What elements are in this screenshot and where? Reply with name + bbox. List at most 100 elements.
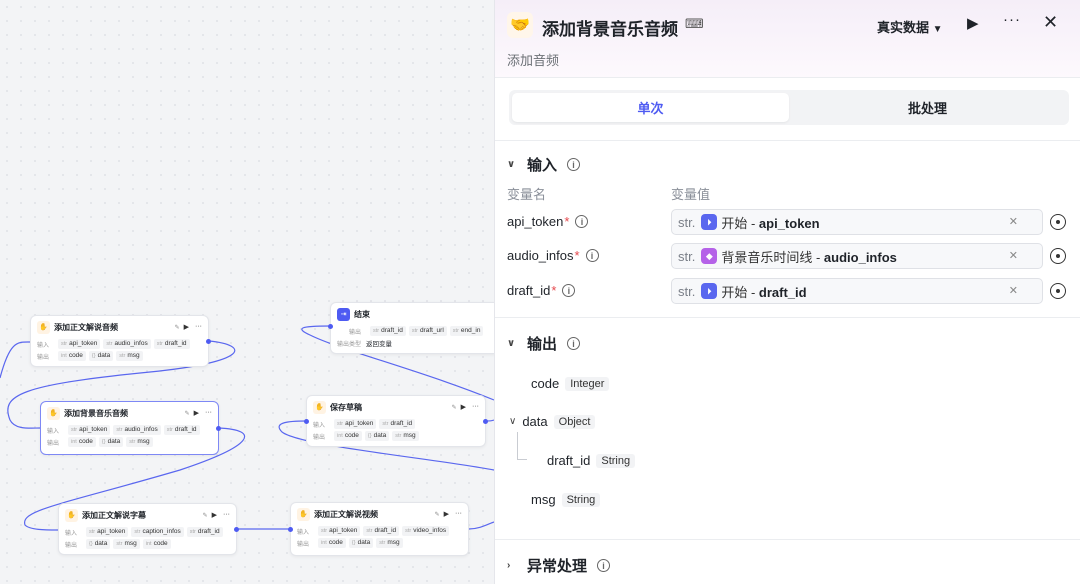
close-icon[interactable]: ✕ bbox=[1043, 12, 1058, 33]
param-tag: str msg bbox=[126, 437, 153, 447]
info-icon[interactable]: i bbox=[567, 158, 581, 171]
column-value-header: 变量值 bbox=[671, 187, 711, 202]
end-icon: ⇥ bbox=[337, 307, 350, 321]
edit-icon[interactable]: ✎ bbox=[452, 404, 457, 411]
input-port[interactable] bbox=[304, 419, 309, 424]
node-end[interactable]: ⇥ 结束 输出 str draft_id str draft_url str end_in 输… bbox=[330, 302, 494, 354]
output-field: draft_id String bbox=[547, 453, 636, 468]
output-port[interactable] bbox=[216, 426, 221, 431]
run-icon[interactable]: ▶ bbox=[461, 403, 466, 411]
info-icon[interactable]: i bbox=[585, 249, 599, 262]
info-icon[interactable]: i bbox=[567, 337, 581, 350]
variable-ref-field[interactable]: str. ◆ 背景音乐时间线 - audio_infos ✕ bbox=[671, 243, 1043, 269]
plugin-icon: ✋ bbox=[65, 508, 78, 522]
output-field: msg String bbox=[531, 492, 601, 507]
variable-picker-icon[interactable] bbox=[1050, 214, 1066, 230]
run-icon[interactable]: ▶ bbox=[967, 14, 979, 32]
input-label: 输入 bbox=[313, 422, 326, 429]
input-label: 输入 bbox=[37, 342, 50, 349]
clear-icon[interactable]: ✕ bbox=[1009, 284, 1018, 297]
tree-connector bbox=[517, 432, 527, 460]
panel-header: 🤝 添加背景音乐音频 ⌨ 添加音频 真实数据 ▼ ▶ ··· ✕ bbox=[495, 0, 1080, 78]
run-icon[interactable]: ▶ bbox=[194, 409, 199, 417]
output-section-header[interactable]: ∨ 输出 i bbox=[507, 333, 581, 354]
data-mode-dropdown[interactable]: 真实数据 ▼ bbox=[877, 17, 943, 36]
source-node: 开始 bbox=[721, 284, 748, 300]
input-port[interactable] bbox=[328, 324, 333, 329]
info-icon[interactable]: i bbox=[575, 215, 589, 228]
param-tag: str end_in bbox=[449, 326, 484, 336]
param-tag: int code bbox=[58, 351, 86, 361]
node-add-narration-video[interactable]: ✋ 添加正文解说视频 ✎ ▶ ··· 输入 str api_token str draft_id… bbox=[290, 502, 469, 556]
variable-ref-field[interactable]: str. ⏵ 开始 - draft_id ✕ bbox=[671, 278, 1043, 304]
type-label: str. bbox=[678, 214, 696, 230]
node-add-bgm-audio[interactable]: ✋ 添加背景音乐音频 ✎ ▶ ··· 输入 str api_token str audio_in… bbox=[40, 401, 219, 455]
variable-picker-icon[interactable] bbox=[1050, 283, 1066, 299]
clear-icon[interactable]: ✕ bbox=[1009, 215, 1018, 228]
run-icon[interactable]: ▶ bbox=[212, 511, 217, 519]
output-port[interactable] bbox=[234, 527, 239, 532]
edge bbox=[468, 521, 494, 530]
input-section-header[interactable]: ∨ 输入 i bbox=[507, 154, 581, 175]
more-icon[interactable]: ··· bbox=[195, 323, 202, 331]
chevron-right-icon: › bbox=[507, 560, 511, 571]
more-icon[interactable]: ··· bbox=[205, 409, 212, 417]
node-add-narration-audio[interactable]: ✋ 添加正文解说音频 ✎ ▶ ··· 输入 str api_token str audio_in… bbox=[30, 315, 209, 367]
tab-batch[interactable]: 批处理 bbox=[789, 93, 1066, 122]
node-title: 添加正文解说字幕 bbox=[82, 510, 146, 520]
run-icon[interactable]: ▶ bbox=[444, 510, 449, 518]
param-tag: str api_token bbox=[58, 339, 101, 349]
source-node: 开始 bbox=[721, 215, 748, 231]
more-icon[interactable]: ··· bbox=[472, 403, 479, 411]
output-name: code bbox=[531, 376, 560, 391]
node-save-draft[interactable]: ✋ 保存草稿 ✎ ▶ ··· 输入 str api_token str draft_id 输出 i… bbox=[306, 395, 486, 447]
node-add-narration-caption[interactable]: ✋ 添加正文解说字幕 ✎ ▶ ··· 输入 str api_token str caption_… bbox=[58, 503, 237, 555]
more-icon[interactable]: ··· bbox=[223, 511, 230, 519]
tab-single[interactable]: 单次 bbox=[512, 93, 789, 122]
param-tag: {} data bbox=[364, 431, 390, 441]
info-icon[interactable]: i bbox=[562, 284, 576, 297]
workflow-canvas[interactable]: ✋ 添加正文解说音频 ✎ ▶ ··· 输入 str api_token str audio_in… bbox=[0, 0, 494, 584]
output-type: String bbox=[596, 453, 636, 468]
divider bbox=[495, 539, 1080, 540]
param-tag: str api_token bbox=[68, 425, 111, 435]
param-tag: str msg bbox=[392, 431, 419, 441]
param-name: audio_infos bbox=[507, 248, 574, 263]
more-icon[interactable]: ··· bbox=[455, 510, 462, 518]
variable-ref-field[interactable]: str. ⏵ 开始 - api_token ✕ bbox=[671, 209, 1043, 235]
exception-section-header[interactable]: › 异常处理 i bbox=[507, 555, 611, 576]
param-tag: str draft_id bbox=[363, 526, 400, 536]
type-label: str. bbox=[678, 248, 696, 264]
edit-icon[interactable]: ⌨ bbox=[685, 16, 704, 32]
node-title: 保存草稿 bbox=[330, 402, 362, 412]
param-name: draft_id bbox=[507, 283, 551, 298]
node-config-panel: 🤝 添加背景音乐音频 ⌨ 添加音频 真实数据 ▼ ▶ ··· ✕ 单次 批处理 … bbox=[494, 0, 1080, 584]
input-label: 输入 bbox=[47, 428, 60, 435]
clear-icon[interactable]: ✕ bbox=[1009, 249, 1018, 262]
node-title: 结束 bbox=[354, 309, 370, 319]
output-label: 输出 bbox=[65, 542, 78, 549]
more-icon[interactable]: ··· bbox=[1003, 11, 1021, 28]
run-icon[interactable]: ▶ bbox=[184, 323, 189, 331]
variable-picker-icon[interactable] bbox=[1050, 248, 1066, 264]
edit-icon[interactable]: ✎ bbox=[203, 512, 208, 519]
edit-icon[interactable]: ✎ bbox=[185, 410, 190, 417]
chevron-down-icon[interactable]: ∨ bbox=[509, 416, 516, 427]
source-var: draft_id bbox=[758, 284, 807, 300]
output-port[interactable] bbox=[483, 419, 488, 424]
edit-icon[interactable]: ✎ bbox=[175, 324, 180, 331]
input-row-api-token: api_token * i str. ⏵ 开始 - api_token ✕ bbox=[507, 209, 1069, 235]
input-port[interactable] bbox=[288, 527, 293, 532]
info-icon[interactable]: i bbox=[597, 559, 611, 572]
cube-icon: ◆ bbox=[701, 248, 718, 264]
run-mode-tabs: 单次 批处理 bbox=[509, 90, 1069, 125]
plugin-icon: ✋ bbox=[47, 406, 60, 420]
output-type: String bbox=[561, 492, 601, 507]
output-port[interactable] bbox=[206, 339, 211, 344]
param-tag: int code bbox=[68, 437, 96, 447]
input-section-title: 输入 bbox=[527, 157, 558, 174]
input-label: 输入 bbox=[65, 530, 78, 537]
plugin-icon: ✋ bbox=[297, 507, 310, 521]
edit-icon[interactable]: ✎ bbox=[435, 511, 440, 518]
output-field[interactable]: ∨ data Object bbox=[509, 414, 596, 429]
